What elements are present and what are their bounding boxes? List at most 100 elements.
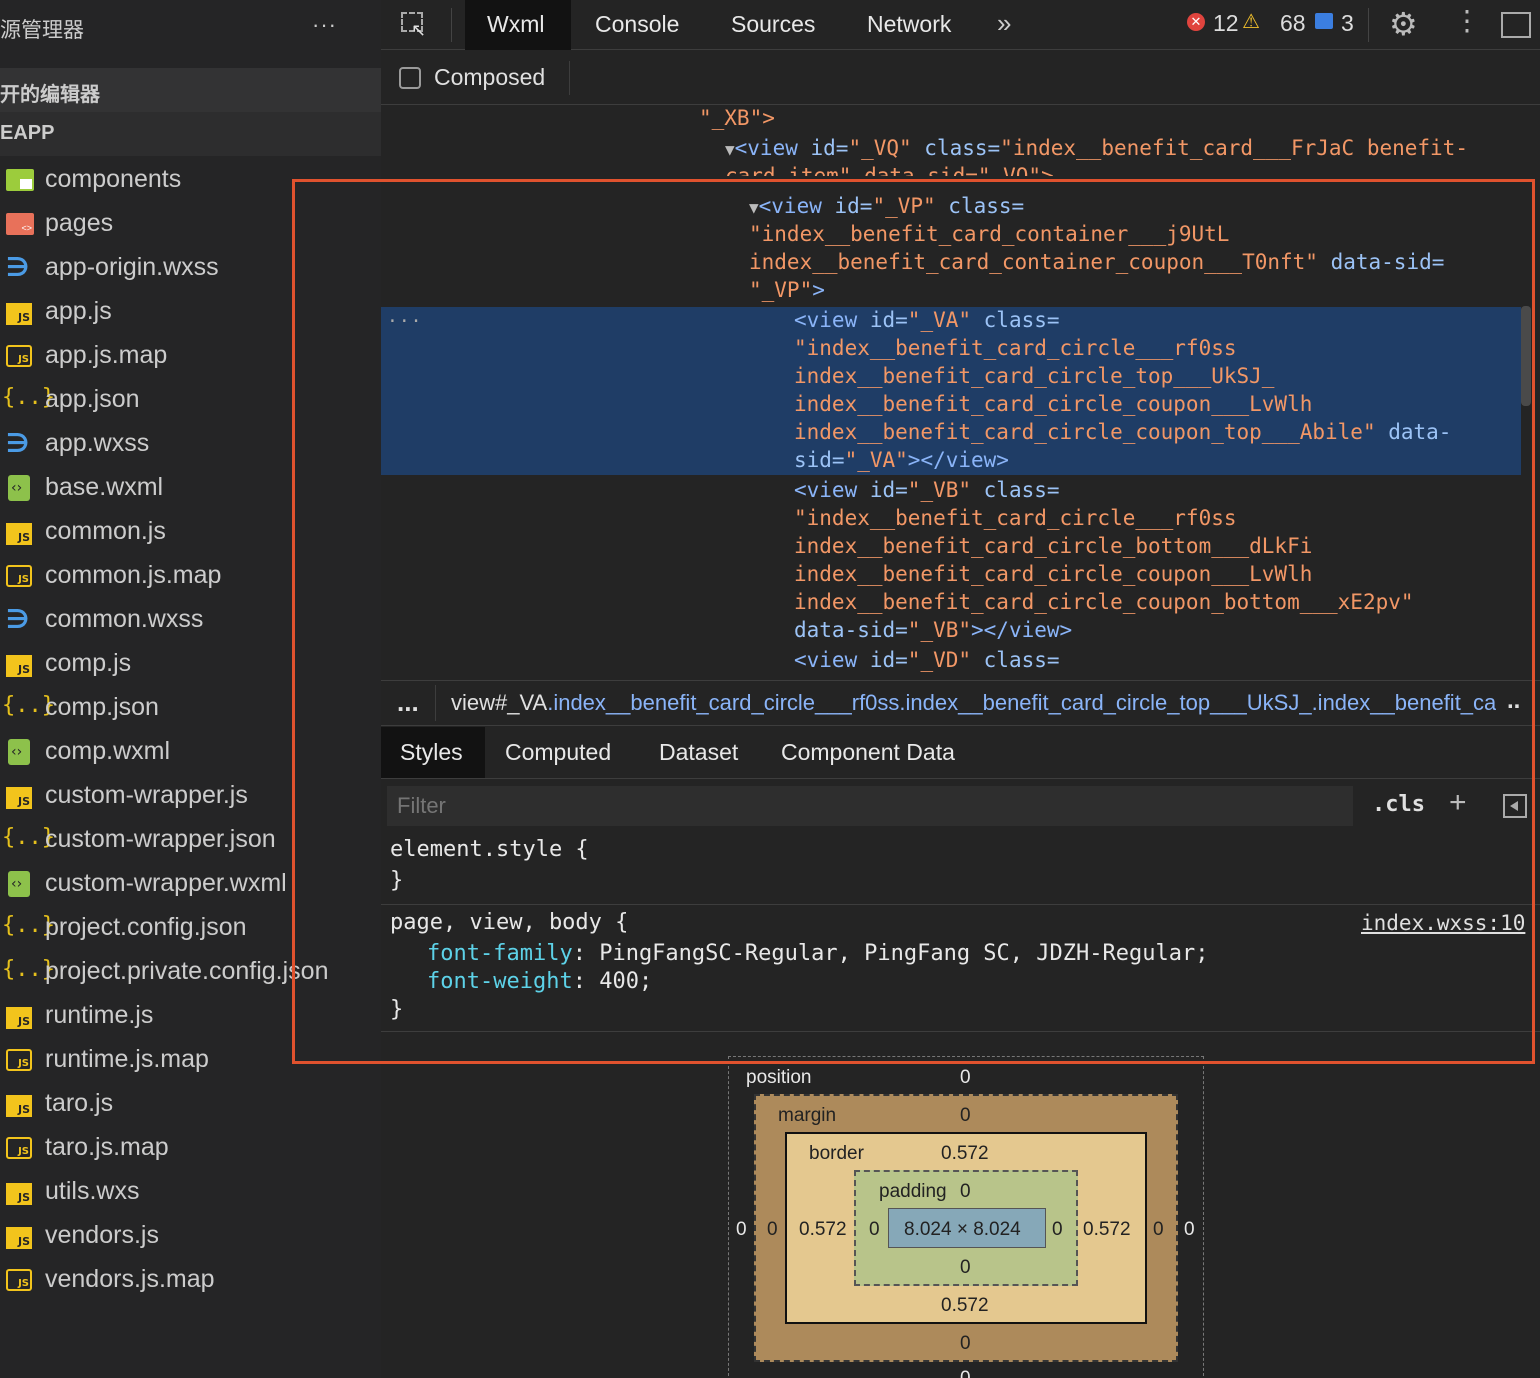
position-bottom-value[interactable]: 0 — [960, 1368, 971, 1378]
tree-line: "_VP"> — [749, 278, 825, 302]
warning-icon[interactable]: ⚠ — [1242, 9, 1260, 34]
explorer-more-button[interactable]: ··· — [312, 12, 337, 38]
tab-styles[interactable]: Styles — [381, 727, 485, 778]
breadcrumb-more-left[interactable]: ... — [397, 687, 419, 718]
file-item[interactable]: ‹› custom-wrapper.wxml — [0, 861, 381, 905]
file-item[interactable]: ∋ app-origin.wxss — [0, 245, 381, 289]
styles-filter-input[interactable] — [387, 786, 1353, 826]
js-file-icon: JS — [4, 519, 34, 545]
settings-gear-icon[interactable]: ⚙ — [1389, 5, 1418, 43]
padding-label: padding — [879, 1181, 947, 1202]
composed-checkbox[interactable] — [399, 67, 421, 89]
tree-line: index__benefit_card_circle_coupon___LvWl… — [794, 562, 1313, 586]
file-item[interactable]: {..} project.config.json — [0, 905, 381, 949]
tree-scrollbar[interactable] — [1521, 306, 1531, 406]
tab-sources[interactable]: Sources — [731, 0, 815, 50]
file-item[interactable]: JS runtime.js — [0, 993, 381, 1037]
margin-right-value[interactable]: 0 — [1153, 1219, 1164, 1241]
padding-right-value[interactable]: 0 — [1052, 1219, 1063, 1241]
tab-network[interactable]: Network — [867, 0, 951, 50]
new-style-rule-button[interactable]: + — [1449, 786, 1467, 820]
position-top-value[interactable]: 0 — [960, 1067, 971, 1089]
tab-console[interactable]: Console — [595, 0, 679, 50]
margin-bottom-value[interactable]: 0 — [960, 1333, 971, 1355]
border-left-value[interactable]: 0.572 — [799, 1219, 847, 1241]
js-file-icon: JS — [4, 783, 34, 809]
info-count[interactable]: 3 — [1341, 10, 1354, 37]
file-item[interactable]: {..} comp.json — [0, 685, 381, 729]
dock-side-icon[interactable] — [1501, 12, 1531, 38]
project-root-section[interactable]: EAPP — [0, 112, 381, 156]
file-item[interactable]: ∋ app.wxss — [0, 421, 381, 465]
file-item[interactable]: {..} project.private.config.json — [0, 949, 381, 993]
file-item[interactable]: JS app.js — [0, 289, 381, 333]
toggle-sidebar-icon[interactable] — [1503, 794, 1527, 818]
rule-source-link[interactable]: index.wxss:10 — [1361, 911, 1540, 935]
rule-selector[interactable]: page, view, body { — [390, 910, 628, 935]
js-file-icon: JS — [4, 1223, 34, 1249]
more-tabs-chevron-icon[interactable]: » — [997, 8, 1011, 39]
file-item[interactable]: JS vendors.js — [0, 1213, 381, 1257]
file-item[interactable]: JS taro.js.map — [0, 1125, 381, 1169]
tree-node-va-selected[interactable]: <view id="_VA" class= — [794, 306, 1060, 334]
file-name: common.js — [45, 517, 166, 545]
file-item[interactable]: ‹› comp.wxml — [0, 729, 381, 773]
file-item[interactable]: JS vendors.js.map — [0, 1257, 381, 1301]
file-item[interactable]: {..} custom-wrapper.json — [0, 817, 381, 861]
breadcrumb-more-right[interactable]: .. — [1507, 687, 1520, 715]
file-item[interactable]: JS app.js.map — [0, 333, 381, 377]
file-item[interactable]: ‹› base.wxml — [0, 465, 381, 509]
margin-label: margin — [778, 1105, 837, 1126]
content-size-value[interactable]: 8.024 × 8.024 — [904, 1219, 1021, 1241]
file-item[interactable]: {..} app.json — [0, 377, 381, 421]
padding-bottom-value[interactable]: 0 — [960, 1257, 971, 1279]
file-item[interactable]: JS common.js.map — [0, 553, 381, 597]
tab-wxml[interactable]: Wxml — [465, 0, 571, 50]
more-options-icon[interactable]: ⋮ — [1453, 5, 1481, 37]
explorer-title: 源管理器 — [0, 18, 84, 42]
file-name: project.config.json — [45, 913, 247, 941]
margin-top-value[interactable]: 0 — [960, 1105, 971, 1127]
file-item[interactable]: JS custom-wrapper.js — [0, 773, 381, 817]
padding-top-value[interactable]: 0 — [960, 1181, 971, 1203]
warning-count[interactable]: 68 — [1280, 10, 1306, 37]
error-count[interactable]: 12 — [1213, 10, 1239, 37]
position-label: position — [746, 1067, 812, 1088]
error-icon[interactable]: ✕ — [1187, 13, 1205, 31]
tree-line: index__benefit_card_container_coupon___T… — [749, 250, 1445, 274]
position-left-value[interactable]: 0 — [736, 1219, 747, 1241]
css-property-font-weight[interactable]: font-weight: 400; — [427, 969, 652, 994]
composed-label[interactable]: Composed — [434, 64, 545, 91]
file-item[interactable]: JS taro.js — [0, 1081, 381, 1125]
inspect-element-icon[interactable]: ↖ — [401, 12, 429, 40]
file-name: utils.wxs — [45, 1177, 140, 1205]
tree-node-vd[interactable]: <view id="_VD" class= — [794, 646, 1060, 674]
tab-computed[interactable]: Computed — [505, 727, 611, 778]
file-item[interactable]: ∋ common.wxss — [0, 597, 381, 641]
node-actions-ellipsis[interactable]: ··· — [387, 311, 423, 332]
cls-toggle-button[interactable]: .cls — [1372, 792, 1425, 817]
padding-left-value[interactable]: 0 — [869, 1219, 880, 1241]
file-item[interactable]: components — [0, 157, 381, 201]
element-style-selector[interactable]: element.style { — [390, 837, 589, 862]
file-item[interactable]: JS runtime.js.map — [0, 1037, 381, 1081]
file-item[interactable]: pages — [0, 201, 381, 245]
border-bottom-value[interactable]: 0.572 — [941, 1295, 989, 1317]
tab-dataset[interactable]: Dataset — [659, 727, 738, 778]
position-right-value[interactable]: 0 — [1184, 1219, 1195, 1241]
file-item[interactable]: JS common.js — [0, 509, 381, 553]
tree-node-vb[interactable]: <view id="_VB" class= — [794, 476, 1060, 504]
margin-left-value[interactable]: 0 — [767, 1219, 778, 1241]
tree-node-vp[interactable]: ▼<view id="_VP" class= — [749, 192, 1024, 222]
open-editors-section[interactable]: 开的编辑器 — [0, 68, 381, 112]
info-icon[interactable] — [1315, 13, 1333, 29]
border-right-value[interactable]: 0.572 — [1083, 1219, 1131, 1241]
file-item[interactable]: JS utils.wxs — [0, 1169, 381, 1213]
file-name: comp.wxml — [45, 737, 171, 765]
tree-node-vq[interactable]: ▼<view id="_VQ" class="index__benefit_ca… — [725, 134, 1468, 164]
breadcrumb-current-node[interactable]: view#_VA.index__benefit_card_circle___rf… — [451, 690, 1496, 716]
css-property-font-family[interactable]: font-family: PingFangSC-Regular, PingFan… — [427, 941, 1208, 966]
border-top-value[interactable]: 0.572 — [941, 1143, 989, 1165]
file-item[interactable]: JS comp.js — [0, 641, 381, 685]
tab-component-data[interactable]: Component Data — [781, 727, 955, 778]
